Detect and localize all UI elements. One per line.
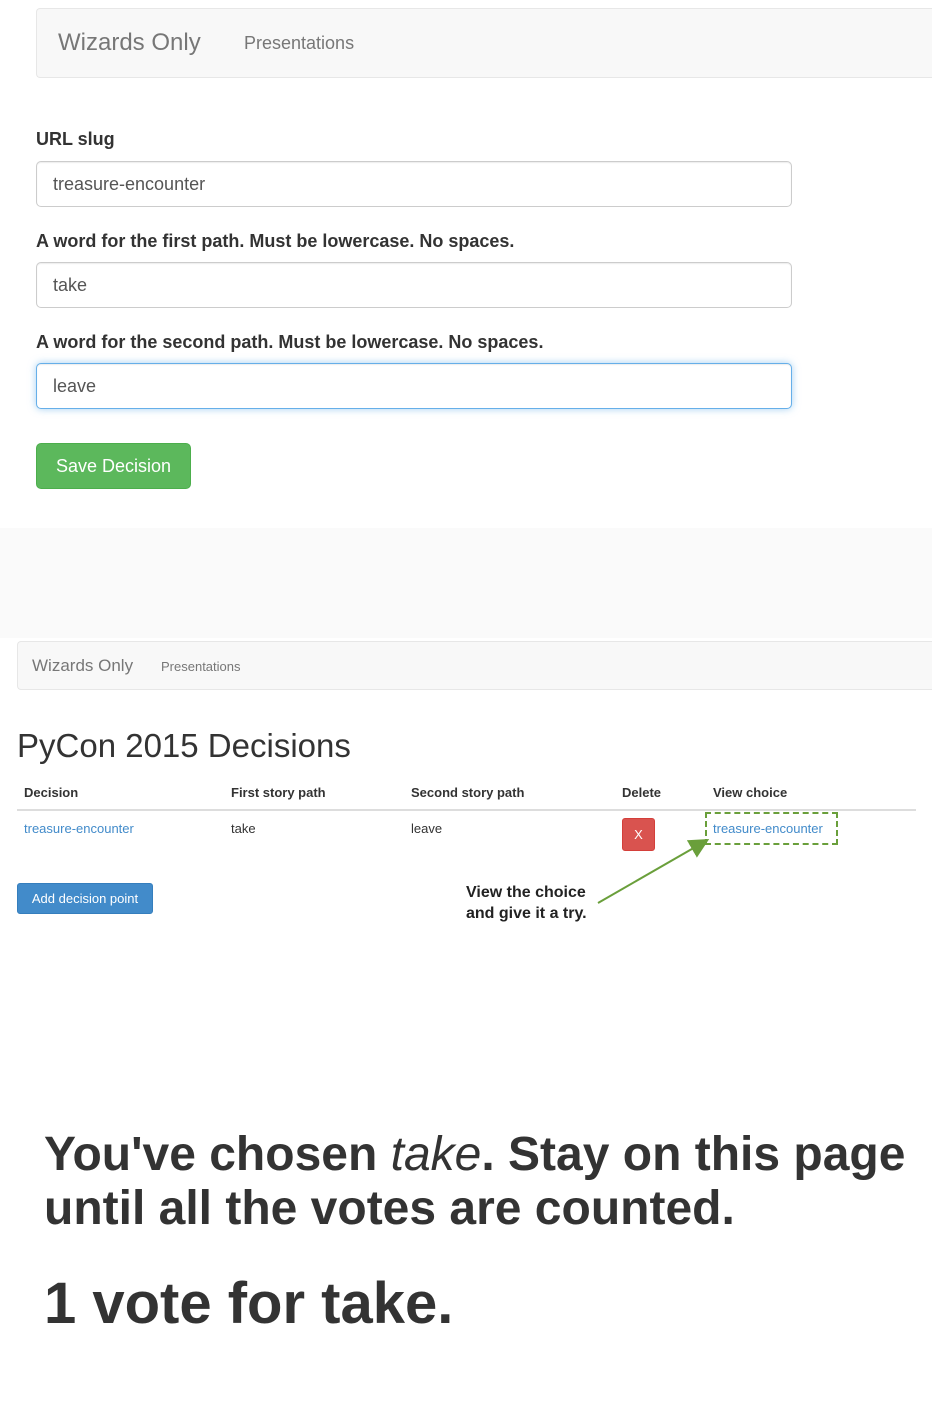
second-path-cell: leave (411, 821, 443, 836)
decision-link[interactable]: treasure-encounter (24, 821, 134, 836)
delete-button[interactable]: X (622, 818, 655, 851)
view-choice-link-text[interactable]: treasure-encounter (713, 821, 823, 836)
column-header-delete: Delete (622, 785, 662, 800)
navbar-second: Wizards Only Presentations (17, 641, 932, 690)
nav-link-presentations[interactable]: Presentations (161, 659, 241, 674)
column-header-decision: Decision (24, 785, 79, 800)
navbar-brand[interactable]: Wizards Only (58, 29, 201, 57)
chosen-message: You've chosen take. Stay on this page un… (44, 1128, 924, 1236)
vote-count: 1 vote for take. (44, 1271, 454, 1336)
save-decision-button[interactable]: Save Decision (36, 443, 191, 489)
first-path-cell: take (231, 821, 256, 836)
second-path-input[interactable] (36, 363, 792, 409)
slug-label: URL slug (36, 129, 115, 149)
separator-area (0, 528, 932, 638)
table-header-divider (17, 809, 916, 811)
annotation-line-1: View the choice (466, 884, 586, 901)
page-title: PyCon 2015 Decisions (17, 727, 351, 764)
second-path-label: A word for the second path. Must be lowe… (36, 332, 544, 352)
column-header-view-choice: View choice (713, 785, 788, 800)
first-path-label: A word for the first path. Must be lower… (36, 231, 515, 251)
annotation-line-2: and give it a try. (466, 905, 587, 922)
first-path-input[interactable] (36, 262, 792, 308)
decision-link-text[interactable]: treasure-encounter (24, 821, 134, 836)
add-decision-point-button[interactable]: Add decision point (17, 883, 153, 914)
view-choice-link[interactable]: treasure-encounter (713, 821, 823, 836)
navbar-top: Wizards Only Presentations (36, 8, 932, 78)
column-header-second-path: Second story path (411, 785, 525, 800)
column-header-first-path: First story path (231, 785, 326, 800)
annotation-callout: View the choice and give it a try. (466, 882, 587, 924)
chosen-choice: take (390, 1128, 482, 1181)
navbar-brand[interactable]: Wizards Only (32, 656, 133, 676)
chosen-message-prefix: You've chosen (44, 1128, 391, 1181)
slug-input[interactable] (36, 161, 792, 207)
nav-link-presentations[interactable]: Presentations (244, 33, 354, 54)
